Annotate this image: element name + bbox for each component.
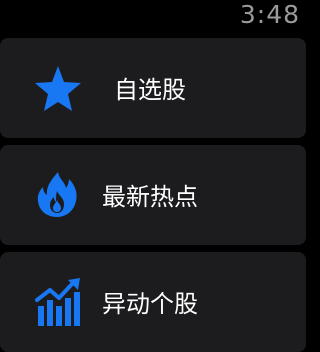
flame-icon: [37, 172, 77, 217]
status-time: 3:48: [239, 0, 300, 29]
menu-item-label: 最新热点: [102, 183, 198, 211]
rising-bar-chart-icon: [35, 278, 80, 326]
menu-item-label: 自选股: [114, 76, 186, 104]
menu-item-watchlist[interactable]: 自选股: [0, 38, 306, 138]
menu-item-unusual-movers[interactable]: 异动个股: [0, 252, 306, 352]
menu-item-hot-topics[interactable]: 最新热点: [0, 145, 306, 245]
star-icon: [35, 66, 81, 111]
menu-item-label: 异动个股: [102, 290, 198, 318]
